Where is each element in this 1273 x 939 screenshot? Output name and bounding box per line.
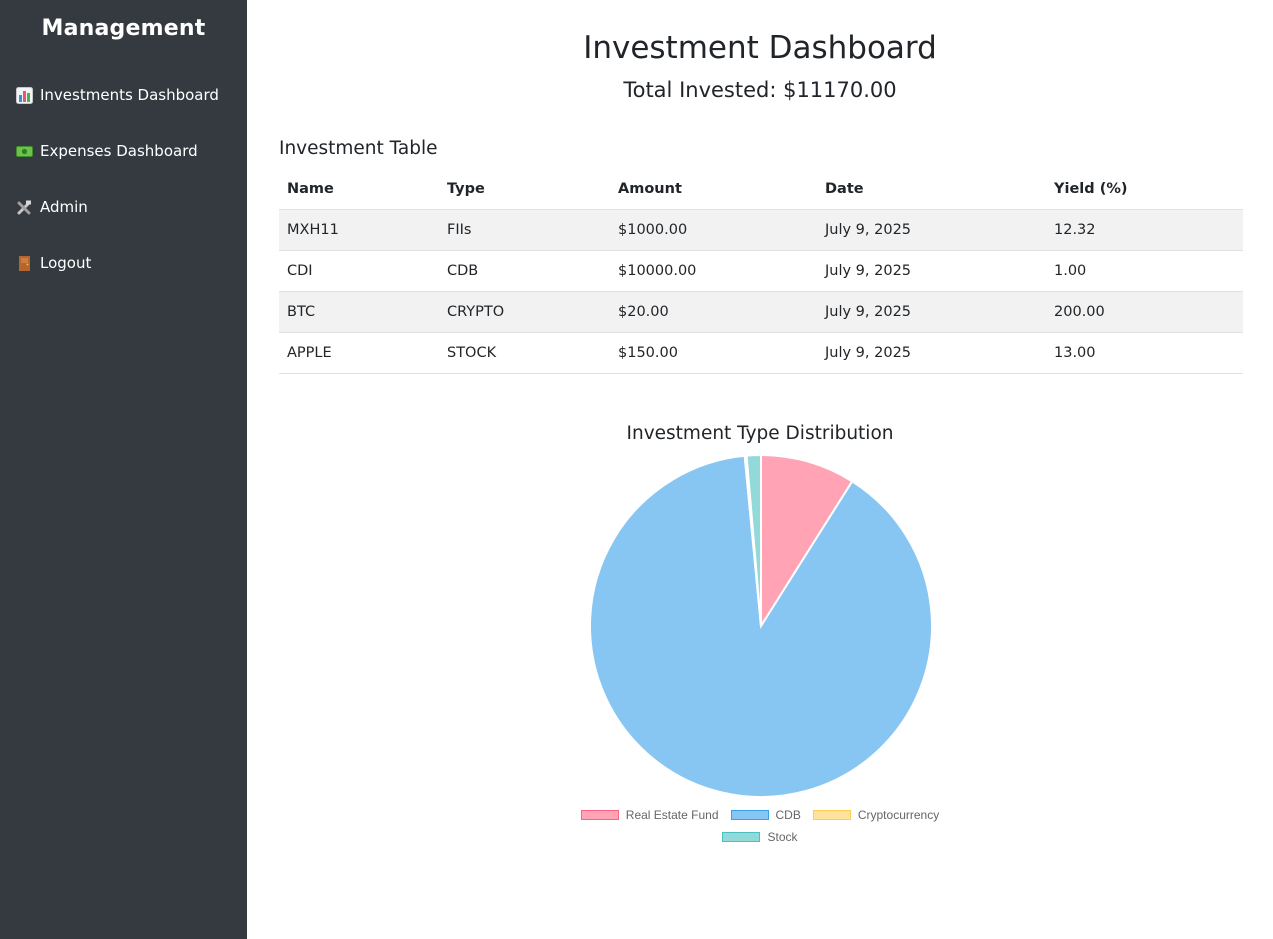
legend-item-cryptocurrency[interactable]: Cryptocurrency: [812, 808, 940, 822]
legend-label: Real Estate Fund: [625, 808, 719, 822]
legend-swatch: [580, 810, 619, 820]
legend-swatch: [812, 810, 851, 820]
sidebar-item-label: Expenses Dashboard: [40, 142, 198, 160]
legend-label: CDB: [775, 808, 801, 822]
pie-chart: [589, 453, 933, 798]
sidebar-item-expenses-dashboard[interactable]: Expenses Dashboard: [16, 139, 198, 163]
legend-swatch: [730, 810, 769, 820]
door-icon: [16, 255, 33, 272]
legend-label: Cryptocurrency: [857, 808, 940, 822]
money-icon: [16, 143, 33, 160]
chart-legend: Real Estate Fund CDB Cryptocurrency: [247, 808, 1273, 822]
sidebar-item-investments-dashboard[interactable]: Investments Dashboard: [16, 83, 219, 107]
sidebar-item-logout[interactable]: Logout: [16, 251, 91, 275]
main-content: Investment Dashboard Total Invested: $11…: [247, 0, 1273, 939]
legend-swatch: [722, 832, 761, 842]
tools-icon: [16, 199, 33, 216]
legend-item-stock[interactable]: Stock: [722, 830, 798, 844]
legend-label: Stock: [767, 830, 798, 844]
sidebar-item-admin[interactable]: Admin: [16, 195, 88, 219]
bar-chart-icon: [16, 86, 33, 104]
chart-legend-row-2: Stock: [247, 830, 1273, 844]
sidebar-item-label: Logout: [40, 254, 92, 272]
sidebar: Management Investments Dashboard Expense…: [0, 0, 247, 939]
legend-item-cdb[interactable]: CDB: [730, 808, 801, 822]
legend-item-real-estate-fund[interactable]: Real Estate Fund: [580, 808, 719, 822]
sidebar-item-label: Investments Dashboard: [40, 86, 219, 104]
sidebar-item-label: Admin: [40, 198, 88, 216]
sidebar-brand: Management: [41, 16, 206, 41]
